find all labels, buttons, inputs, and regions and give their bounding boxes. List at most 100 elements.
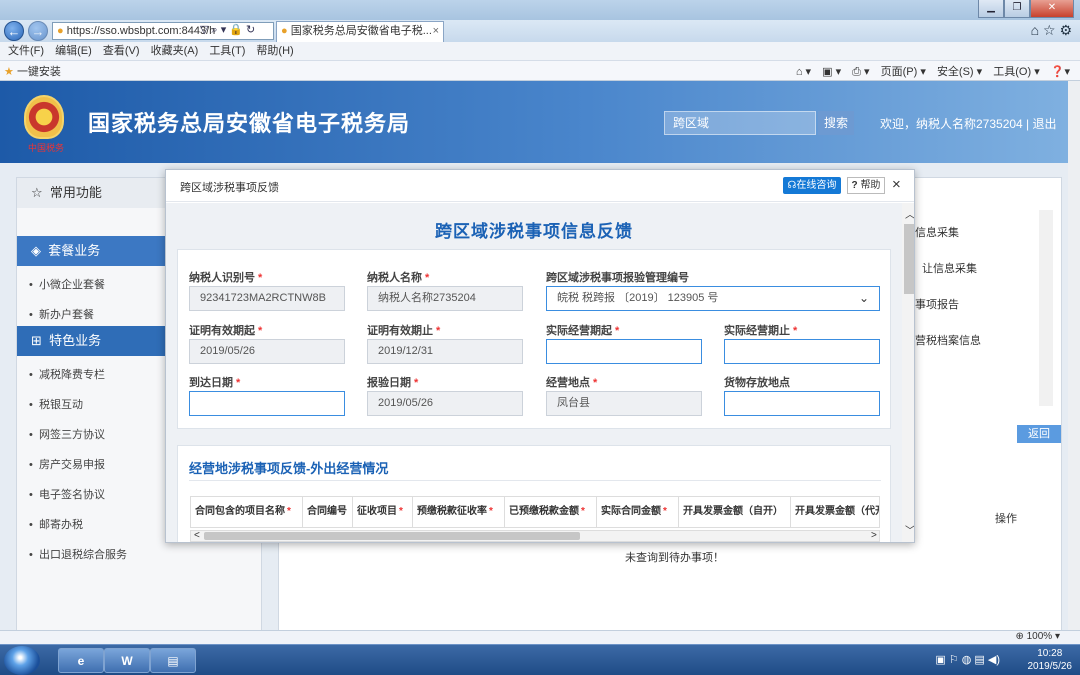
page-scrollbar[interactable]	[1068, 81, 1080, 630]
divider	[189, 480, 881, 481]
bg-list-item[interactable]: 营税档案信息	[915, 332, 981, 348]
command-bar: ⌂ ▾ ▣ ▾ ⎙ ▾ 页面(P) ▾ 安全(S) ▾ 工具(O) ▾ ❓▾	[788, 63, 1070, 79]
sidebar-item-esign[interactable]: • 电子签名协议	[29, 486, 105, 502]
op-end-input[interactable]	[724, 339, 880, 364]
favorites-star-icon: ★	[4, 66, 14, 78]
help-icon[interactable]: ❓▾	[1051, 66, 1070, 78]
favorites-bar: ★ 一键安装 ⌂ ▾ ▣ ▾ ⎙ ▾ 页面(P) ▾ 安全(S) ▾ 工具(O)…	[0, 61, 1080, 81]
taxpayer-name-field: 纳税人名称2735204	[367, 286, 523, 311]
bg-scrollbar[interactable]	[1039, 210, 1053, 406]
start-button[interactable]	[4, 646, 40, 675]
label-storage: 货物存放地点	[724, 377, 790, 389]
modal-vscroll-thumb[interactable]	[904, 224, 914, 294]
back-icon[interactable]: ←	[4, 21, 24, 41]
external-ops-card: 经营地涉税事项反馈-外出经营情况 合同包含的项目名称 * 合同编号 征收项目 * 预…	[177, 445, 891, 542]
welcome-text[interactable]: 欢迎，纳税人名称2735204 | 退出	[880, 115, 1057, 132]
search-button[interactable]: 搜索	[818, 111, 854, 135]
bg-list-item[interactable]: ）让信息采集	[911, 260, 977, 276]
menu-tools[interactable]: 工具(T)	[209, 42, 245, 60]
label-cert-start: 证明有效期起 *	[189, 325, 263, 337]
menu-file[interactable]: 文件(F)	[8, 42, 44, 60]
scroll-right-icon[interactable]: >	[871, 530, 877, 541]
modal-header: 跨区域涉税事项反馈 ☊在线咨询 ? 帮助 ×	[166, 170, 914, 202]
home-star-gear-icons[interactable]: ⌂ ☆ ⚙	[1031, 22, 1072, 39]
sidebar-item-mail[interactable]: • 邮寄办税	[29, 516, 83, 532]
label-op-start: 实际经营期起 *	[546, 325, 620, 337]
chevron-down-icon: ⌄	[858, 291, 869, 305]
restore-button[interactable]: ❐	[1004, 0, 1030, 18]
site-title: 国家税务总局安徽省电子税务局	[88, 111, 411, 136]
clock[interactable]: 10:28 2019/5/26	[1028, 647, 1073, 673]
sidebar-item-small-business[interactable]: • 小微企业套餐	[29, 276, 105, 292]
section-title: 经营地涉税事项反馈-外出经营情况	[189, 461, 389, 476]
site-icon: ●	[57, 25, 64, 37]
address-controls[interactable]: ▽ ⌕ ▾ 🔒 ↻	[200, 23, 255, 37]
feedback-modal: 跨区域涉税事项反馈 ☊在线咨询 ? 帮助 × 跨区域涉税事项信息反馈 纳税人识别…	[165, 169, 915, 543]
tab-favicon-icon: ●	[281, 25, 288, 37]
scroll-left-icon[interactable]: <	[194, 530, 200, 541]
ie-taskbar-icon[interactable]: e	[58, 648, 104, 673]
label-verify: 报验日期 *	[367, 377, 419, 389]
label-report-no: 跨区域涉税事项报验管理编号	[546, 272, 689, 284]
fav-item-link[interactable]: 一键安装	[17, 66, 61, 78]
arrive-date-input[interactable]	[189, 391, 345, 416]
zoom-control[interactable]: ⊕ 100% ▾	[1015, 631, 1060, 642]
menu-help[interactable]: 帮助(H)	[256, 42, 293, 60]
back-button[interactable]: 返回	[1017, 425, 1061, 443]
sidebar-item-export-refund[interactable]: • 出口退税综合服务	[29, 546, 127, 562]
col-invoice-self: 开具发票金额（自开）	[679, 497, 791, 527]
col-project: 合同包含的项目名称 *	[191, 497, 303, 527]
online-consult-button[interactable]: ☊在线咨询	[783, 177, 841, 194]
ops-table-header: 合同包含的项目名称 * 合同编号 征收项目 * 预缴税款征收率 * 已预缴税款金额 * …	[190, 496, 880, 528]
taskbar: e W ▤ ▣ ⚐ ◍ ▤ ◀) 10:28 2019/5/26	[0, 644, 1080, 675]
status-bar: ⊕ 100% ▾	[0, 630, 1080, 644]
close-window-button[interactable]: ✕	[1030, 0, 1074, 18]
report-no-select[interactable]: 皖税 税跨报 〔2019〕 123905 号 ⌄	[546, 286, 880, 311]
system-tray-icons[interactable]: ▣ ⚐ ◍ ▤ ◀)	[935, 653, 1000, 666]
cert-start-field: 2019/05/26	[189, 339, 345, 364]
word-taskbar-icon[interactable]: W	[104, 648, 150, 673]
bg-list-item[interactable]: 信息采集	[915, 224, 959, 240]
sidebar-item-tax-cut[interactable]: • 减税降费专栏	[29, 366, 105, 382]
verify-date-field: 2019/05/26	[367, 391, 523, 416]
emblem-text: 中国税务	[28, 143, 65, 153]
explorer-taskbar-icon[interactable]: ▤	[150, 648, 196, 673]
site-search-input[interactable]: 跨区域	[664, 111, 816, 135]
col-levy-item: 征收项目 *	[353, 497, 413, 527]
menu-edit[interactable]: 编辑(E)	[55, 42, 92, 60]
sidebar-item-tripartite[interactable]: • 网签三方协议	[29, 426, 105, 442]
tools-menu[interactable]: 工具(O) ▾	[993, 66, 1039, 78]
help-button[interactable]: ? 帮助	[847, 177, 885, 194]
modal-title: 跨区域涉税事项反馈	[180, 182, 279, 194]
tab-close-icon[interactable]: ×	[433, 22, 439, 41]
favorites-left[interactable]: ★ 一键安装	[4, 63, 61, 79]
home-icon[interactable]: ⌂ ▾	[796, 66, 811, 78]
feeds-icon[interactable]: ▣ ▾	[822, 66, 841, 78]
scroll-up-icon[interactable]: ︿	[905, 206, 914, 221]
place-field: 凤台县	[546, 391, 702, 416]
sidebar-item-new-household[interactable]: • 新办户套餐	[29, 306, 94, 322]
col-invoice-proxy: 开具发票金额（代开）	[791, 497, 879, 527]
op-start-input[interactable]	[546, 339, 702, 364]
sidebar-item-property[interactable]: • 房产交易申报	[29, 456, 105, 472]
minimize-button[interactable]: ▁	[978, 0, 1004, 18]
scroll-down-icon[interactable]: ﹀	[905, 522, 914, 537]
label-taxpayer-name: 纳税人名称 *	[367, 272, 430, 284]
col-contract-amount: 实际合同金额 *	[597, 497, 679, 527]
sidebar-item-bank[interactable]: • 税银互动	[29, 396, 83, 412]
page-menu[interactable]: 页面(P) ▾	[881, 66, 926, 78]
address-bar-row: ← → ● https://sso.wbsbpt.com:8443/h ▽ ⌕ …	[0, 20, 1080, 42]
menu-favorites[interactable]: 收藏夹(A)	[151, 42, 199, 60]
safety-menu[interactable]: 安全(S) ▾	[937, 66, 982, 78]
taxpayer-id-field: 92341723MA2RCTNW8B	[189, 286, 345, 311]
browser-tab[interactable]: ● 国家税务总局安徽省电子税... ×	[276, 21, 444, 42]
menu-view[interactable]: 查看(V)	[103, 42, 140, 60]
table-hscroll-thumb[interactable]	[204, 532, 580, 540]
label-arrive: 到达日期 *	[189, 377, 241, 389]
print-icon[interactable]: ⎙ ▾	[852, 66, 869, 78]
forward-icon[interactable]: →	[28, 21, 48, 41]
modal-close-icon[interactable]: ×	[892, 176, 901, 193]
storage-input[interactable]	[724, 391, 880, 416]
bg-list-item[interactable]: 事项报告	[915, 296, 959, 312]
empty-message: 未查询到待办事项！	[625, 552, 724, 564]
